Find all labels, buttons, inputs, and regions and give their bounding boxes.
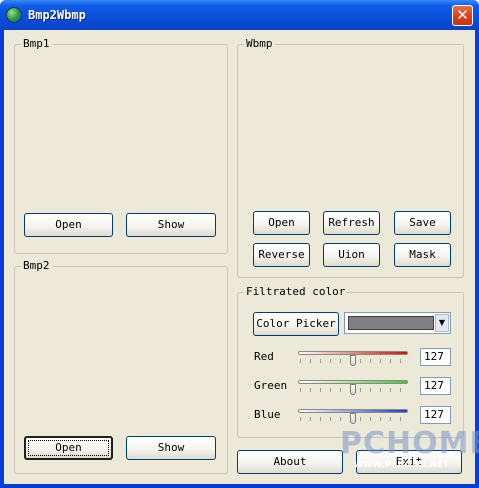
bmp2-label: Bmp2 [21, 259, 52, 273]
wbmp-reverse-button[interactable]: Reverse [253, 243, 310, 267]
wbmp-save-button[interactable]: Save [394, 211, 451, 235]
green-label: Green [254, 379, 288, 392]
red-label: Red [254, 350, 274, 363]
wbmp-union-button[interactable]: Uion [323, 243, 380, 267]
red-slider-thumb[interactable] [350, 355, 356, 366]
window-title: Bmp2Wbmp [28, 8, 86, 22]
bmp1-show-button[interactable]: Show [126, 213, 216, 237]
wbmp-mask-button[interactable]: Mask [394, 243, 451, 267]
title-bar[interactable]: Bmp2Wbmp ✕ [0, 0, 479, 30]
filtrated-color-label: Filtrated color [244, 285, 348, 299]
color-swatch-dropdown[interactable]: ▼ [344, 312, 451, 334]
bmp2-open-button[interactable]: Open [24, 436, 113, 460]
blue-value-field[interactable]: 127 [420, 406, 451, 424]
bmp1-open-button[interactable]: Open [24, 213, 113, 237]
color-swatch [348, 316, 434, 330]
green-slider-thumb[interactable] [350, 384, 356, 395]
wbmp-refresh-button[interactable]: Refresh [323, 211, 380, 235]
client-area: Bmp1 Open Show Bmp2 Open Show Wbmp Open … [4, 30, 479, 484]
color-picker-button[interactable]: Color Picker [253, 312, 339, 336]
app-window: Bmp2Wbmp ✕ Bmp1 Open Show Bmp2 Open Show… [0, 0, 479, 488]
chevron-down-icon[interactable]: ▼ [435, 314, 449, 332]
app-globe-icon [6, 7, 22, 23]
about-button[interactable]: About [237, 450, 343, 474]
close-button[interactable]: ✕ [452, 5, 473, 26]
exit-button[interactable]: Exit [356, 450, 462, 474]
wbmp-open-button[interactable]: Open [253, 211, 310, 235]
blue-slider-thumb[interactable] [350, 413, 356, 424]
green-value-field[interactable]: 127 [420, 377, 451, 395]
bmp2-show-button[interactable]: Show [126, 436, 216, 460]
wbmp-label: Wbmp [244, 37, 275, 51]
red-value-field[interactable]: 127 [420, 348, 451, 366]
bmp1-label: Bmp1 [21, 37, 52, 51]
blue-label: Blue [254, 408, 281, 421]
